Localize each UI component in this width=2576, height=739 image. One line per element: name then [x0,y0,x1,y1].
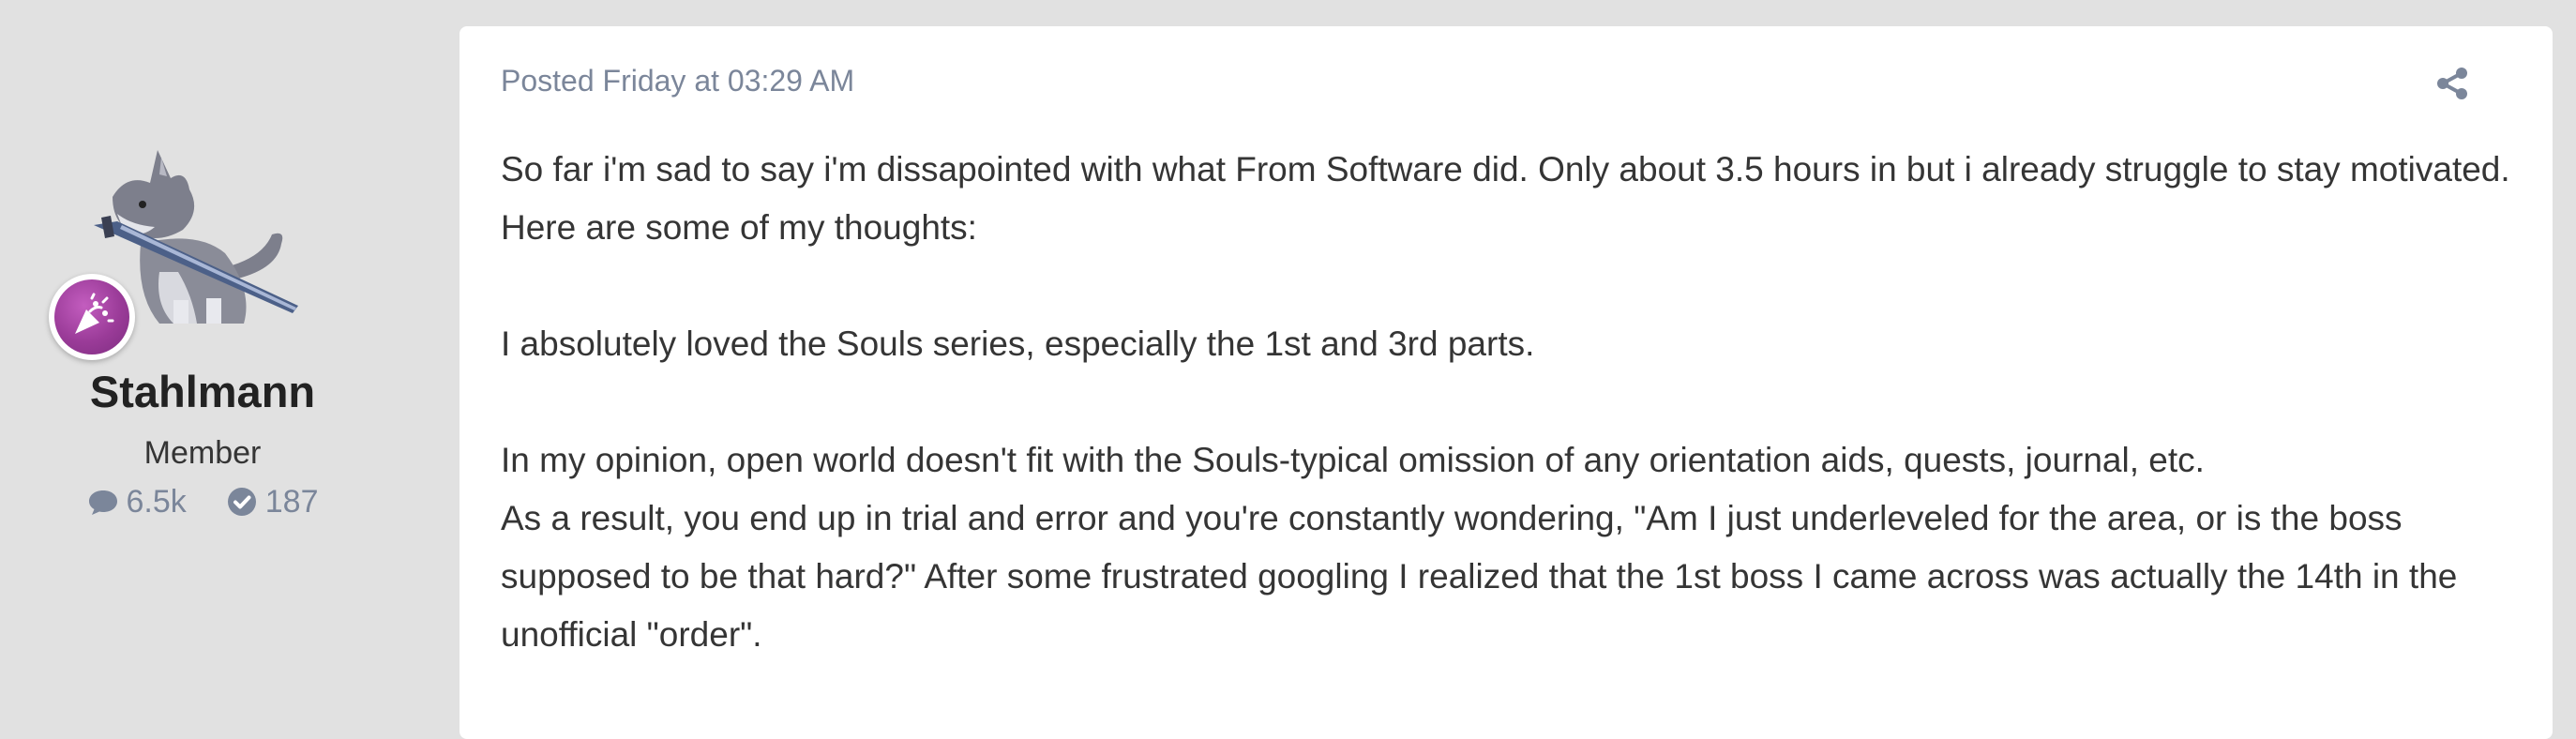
author-stats: 6.5k 187 [0,486,405,518]
post-paragraph: In my opinion, open world doesn't fit wi… [501,441,2205,479]
post-content: So far i'm sad to say i'm dissapointed w… [501,141,2517,664]
comment-icon [88,490,117,515]
reputation-count: 187 [264,484,319,520]
author-name[interactable]: Stahlmann [0,370,405,414]
post-card: Posted Friday at 03:29 AM So far i'm sad… [459,26,2553,739]
check-circle-icon [227,488,256,516]
post-count-stat: 6.5k [87,486,187,518]
rank-badge[interactable] [49,274,135,360]
post-count: 6.5k [126,484,187,520]
avatar[interactable] [49,131,309,360]
post-paragraph: I absolutely loved the Souls series, esp… [501,324,1535,363]
share-icon [2437,68,2467,99]
author-role: Member [143,435,262,471]
party-popper-icon [54,279,129,354]
share-button[interactable] [2434,66,2470,101]
author-panel: Stahlmann Member 6.5k 187 [0,0,405,699]
post-paragraph: So far i'm sad to say i'm dissapointed w… [501,150,2510,247]
post-paragraph: As a result, you end up in trial and err… [501,499,2458,654]
reputation-stat: 187 [226,486,319,518]
post-timestamp[interactable]: Posted Friday at 03:29 AM [501,66,854,96]
